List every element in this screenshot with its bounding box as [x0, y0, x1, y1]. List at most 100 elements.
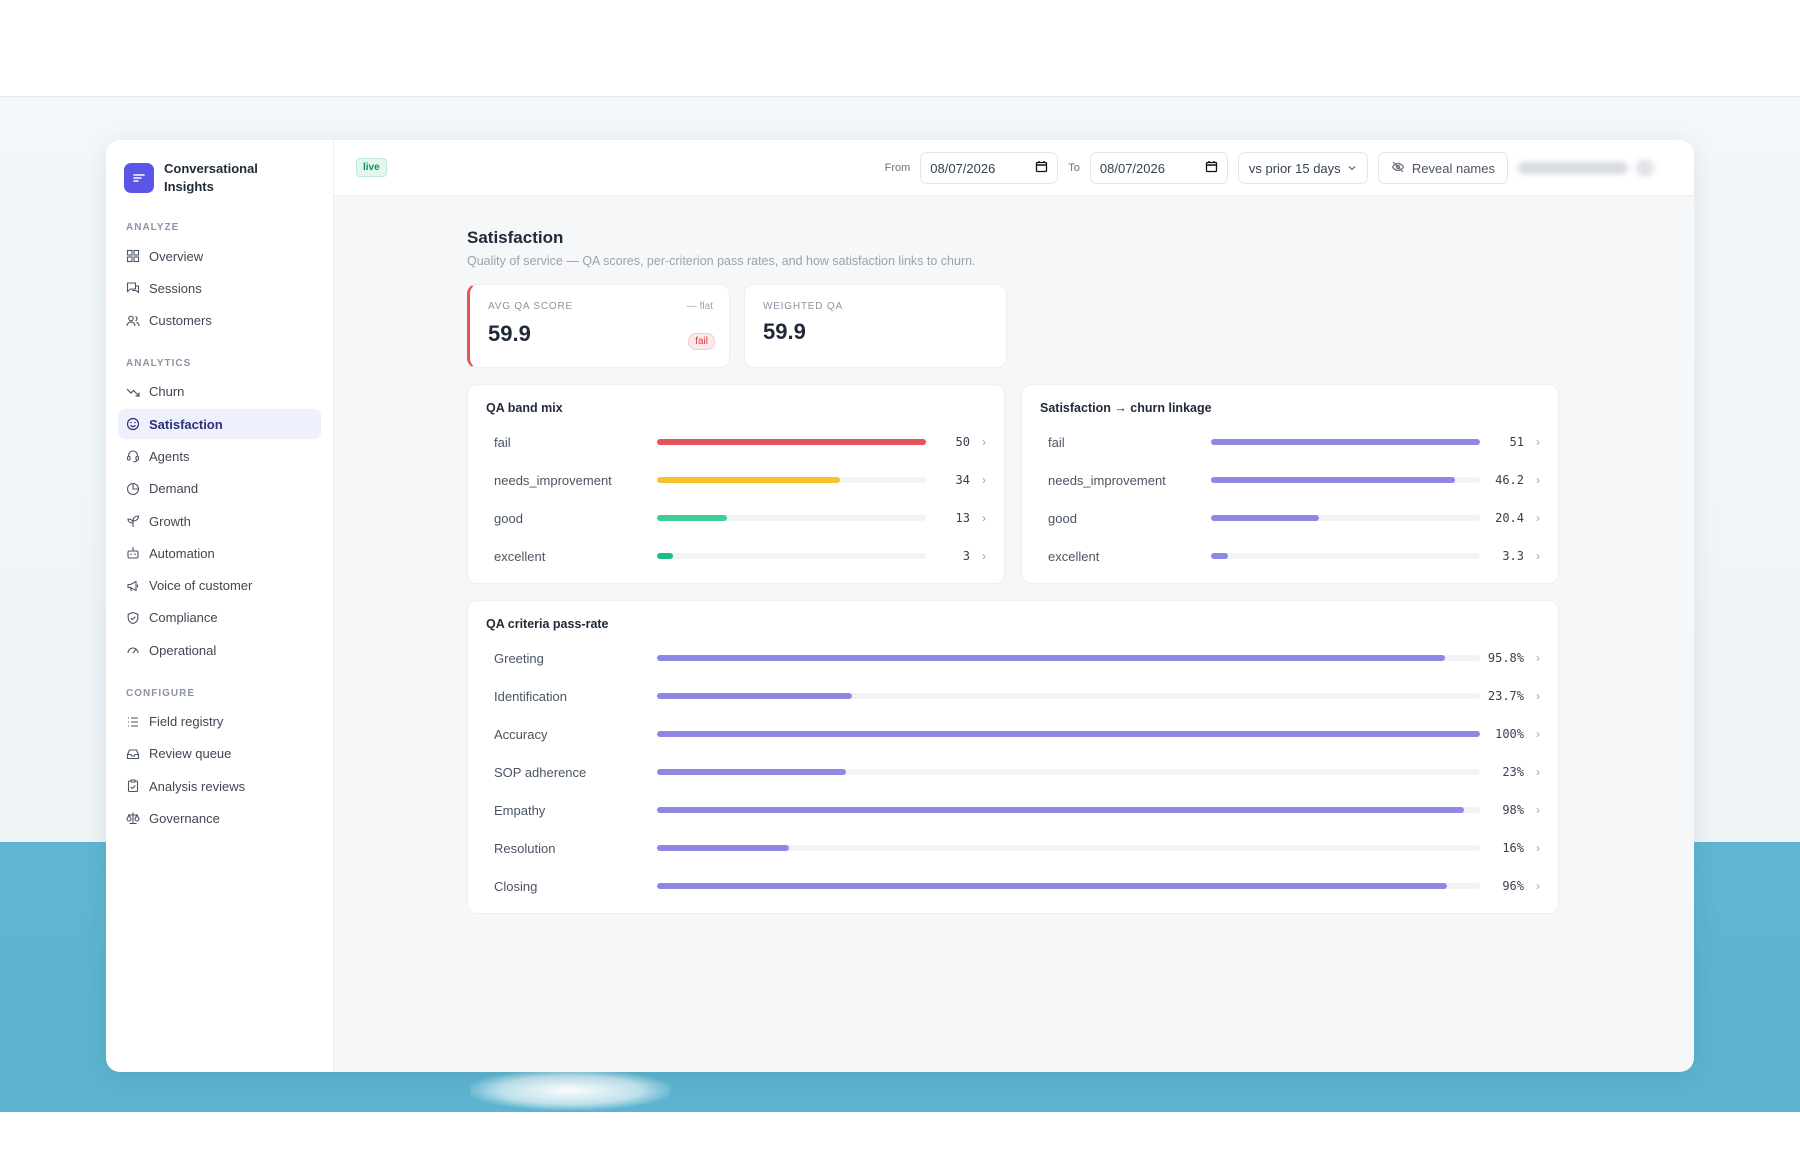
satisfaction-churn-linkage-card: Satisfaction → churn linkage fail 51 › need… — [1021, 384, 1559, 584]
compare-period-value: vs prior 15 days — [1248, 160, 1341, 176]
bar-row-good[interactable]: good 13 › — [486, 499, 986, 537]
chevron-right-icon: › — [1536, 727, 1540, 741]
sidebar-item-overview[interactable]: Overview — [118, 241, 321, 271]
voice-of-customer-icon — [126, 579, 140, 593]
sidebar-item-compliance[interactable]: Compliance — [118, 603, 321, 633]
customers-icon — [126, 314, 140, 328]
reveal-names-button[interactable]: Reveal names — [1377, 152, 1508, 184]
sidebar-item-operational[interactable]: Operational — [118, 635, 321, 665]
sidebar-item-agents[interactable]: Agents — [118, 441, 321, 471]
kpi-weighted-qa: WEIGHTED QA 59.9 — [744, 284, 1007, 368]
chevron-right-icon: › — [982, 435, 986, 449]
to-date-input[interactable]: 08/07/2026 — [1089, 152, 1228, 184]
sidebar-item-satisfaction[interactable]: Satisfaction — [118, 409, 321, 440]
card-title: QA criteria pass-rate — [486, 617, 609, 631]
kpi-avg-qa-score: AVG QA SCORE 59.9 — flat fail — [467, 284, 730, 368]
bar-row-needs-improvement[interactable]: needs_improvement 34 › — [486, 461, 986, 499]
sidebar-item-analysis-reviews[interactable]: Analysis reviews — [118, 771, 321, 801]
bar-value: 16% — [1502, 841, 1524, 855]
bar-row-closing[interactable]: Closing 96% › — [486, 867, 1540, 905]
bar-row-needs-improvement[interactable]: needs_improvement 46.2 › — [1040, 461, 1540, 499]
bar-label: Identification — [494, 688, 567, 704]
to-label: To — [1068, 162, 1080, 174]
to-date-value: 08/07/2026 — [1099, 160, 1165, 176]
live-badge: live — [356, 158, 387, 177]
sidebar-item-label: Field registry — [149, 714, 224, 730]
bar-fill — [657, 553, 674, 559]
bar-value: 23% — [1502, 765, 1524, 779]
chevron-right-icon: › — [1536, 511, 1540, 525]
bar-row-fail[interactable]: fail 51 › — [1040, 423, 1540, 461]
sidebar-item-demand[interactable]: Demand — [118, 474, 321, 504]
user-menu[interactable] — [1518, 152, 1668, 184]
bar-row-resolution[interactable]: Resolution 16% › — [486, 829, 1540, 867]
analysis-reviews-icon — [126, 779, 140, 793]
bar-row-empathy[interactable]: Empathy 98% › — [486, 791, 1540, 829]
sidebar-item-governance[interactable]: Governance — [118, 803, 321, 833]
status-badge: fail — [688, 333, 715, 350]
bar-fill — [657, 731, 1480, 737]
kpi-label: WEIGHTED QA — [763, 301, 843, 312]
bar-track — [657, 807, 1480, 813]
sidebar-item-field-registry[interactable]: Field registry — [118, 707, 321, 737]
sidebar-item-voice-of-customer[interactable]: Voice of customer — [118, 571, 321, 601]
agents-icon — [126, 449, 140, 463]
reveal-names-label: Reveal names — [1411, 160, 1495, 176]
qa-band-mix-card: QA band mix fail 50 › needs_improvement 34 › g… — [467, 384, 1005, 584]
bar-row-excellent[interactable]: excellent 3 › — [486, 537, 986, 575]
sidebar-item-label: Review queue — [149, 746, 232, 762]
bar-value: 96% — [1502, 879, 1524, 893]
brand-name: Conversational Insights — [164, 160, 274, 196]
page-title: Satisfaction — [467, 228, 564, 247]
compliance-icon — [126, 611, 140, 625]
bar-row-identification[interactable]: Identification 23.7% › — [486, 677, 1540, 715]
bar-label: needs_improvement — [494, 472, 612, 488]
sidebar-item-label: Voice of customer — [149, 578, 253, 594]
bar-track — [1211, 477, 1480, 483]
bar-row-sop-adherence[interactable]: SOP adherence 23% › — [486, 753, 1540, 791]
bar-track — [1211, 439, 1480, 445]
chevron-right-icon: › — [1536, 651, 1540, 665]
chevron-down-icon — [1347, 161, 1357, 176]
sidebar-item-growth[interactable]: Growth — [118, 506, 321, 536]
demand-icon — [126, 482, 140, 496]
chevron-right-icon: › — [1536, 689, 1540, 703]
bar-label: Resolution — [494, 840, 556, 856]
bar-track — [657, 655, 1480, 661]
qa-criteria-pass-rate-card: QA criteria pass-rate Greeting 95.8% › Iden… — [467, 600, 1559, 914]
brand[interactable]: Conversational Insights — [118, 160, 321, 214]
from-date-input[interactable]: 08/07/2026 — [920, 152, 1059, 184]
sidebar-item-label: Agents — [149, 448, 190, 464]
bar-track — [657, 477, 926, 483]
sidebar-item-review-queue[interactable]: Review queue — [118, 739, 321, 769]
sidebar-item-customers[interactable]: Customers — [118, 306, 321, 336]
bar-track — [657, 553, 926, 559]
bar-row-accuracy[interactable]: Accuracy 100% › — [486, 715, 1540, 753]
bar-label: Empathy — [494, 802, 546, 818]
sidebar-item-sessions[interactable]: Sessions — [118, 273, 321, 303]
bar-value: 3 — [962, 549, 970, 563]
bar-value: 20.4 — [1495, 511, 1524, 525]
compare-period-select[interactable]: vs prior 15 days — [1237, 152, 1368, 184]
bar-value: 23.7% — [1487, 689, 1524, 703]
satisfaction-icon — [126, 417, 140, 431]
bar-value: 13 — [955, 511, 970, 525]
chevron-right-icon: › — [982, 549, 986, 563]
sidebar-item-churn[interactable]: Churn — [118, 377, 321, 407]
brand-logo-icon — [124, 163, 154, 193]
bar-track — [657, 769, 1480, 775]
page-content: Satisfaction Quality of service — QA sco… — [334, 196, 1694, 1072]
sidebar-item-label: Churn — [149, 384, 185, 400]
section-title-analyze: ANALYZE — [126, 222, 180, 233]
chevron-right-icon: › — [982, 511, 986, 525]
sidebar-item-automation[interactable]: Automation — [118, 538, 321, 568]
bar-row-excellent[interactable]: excellent 3.3 › — [1040, 537, 1540, 575]
bar-row-fail[interactable]: fail 50 › — [486, 423, 986, 461]
kpi-row: AVG QA SCORE 59.9 — flat fail WEIGHTED Q… — [467, 284, 1694, 368]
bar-fill — [657, 693, 853, 699]
bar-track — [657, 845, 1480, 851]
bar-row-good[interactable]: good 20.4 › — [1040, 499, 1540, 537]
bar-row-greeting[interactable]: Greeting 95.8% › — [486, 639, 1540, 677]
desktop-wallpaper-cloud — [470, 1070, 670, 1110]
bar-label: excellent — [1048, 548, 1100, 564]
